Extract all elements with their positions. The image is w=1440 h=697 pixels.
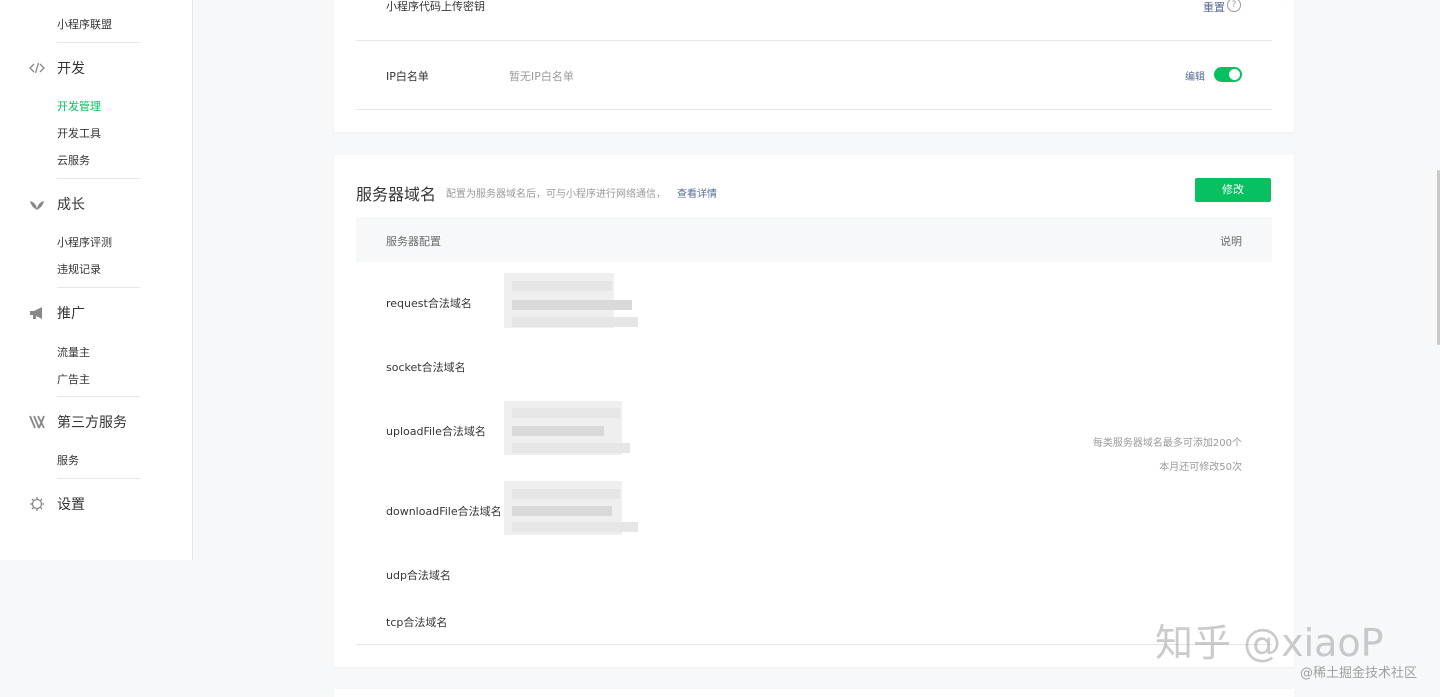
toggle-knob — [1229, 69, 1240, 80]
table-row: udp合法域名 — [386, 569, 451, 582]
ip-whitelist-value: 暂无IP白名单 — [509, 70, 574, 83]
sidebar-group-third-party[interactable]: 第三方服务 — [28, 412, 127, 432]
sidebar-item-dev-tools[interactable]: 开发工具 — [57, 125, 101, 141]
ip-whitelist-label: IP白名单 — [386, 70, 429, 83]
details-link[interactable]: 查看详情 — [677, 185, 717, 200]
leaf-icon — [28, 195, 46, 213]
sidebar-item-services[interactable]: 服务 — [57, 452, 79, 468]
third-party-icon — [28, 413, 46, 431]
header-note: 说明 — [1220, 235, 1242, 248]
edit-link[interactable]: 编辑 — [1185, 68, 1205, 83]
megaphone-icon — [28, 304, 46, 322]
note-monthly-changes: 本月还可修改50次 — [1159, 462, 1242, 473]
sidebar-divider — [57, 478, 140, 479]
row-divider — [356, 644, 1272, 645]
help-icon[interactable]: ? — [1227, 0, 1241, 12]
row-divider — [356, 109, 1272, 110]
sidebar-group-label: 设置 — [57, 497, 85, 513]
row-divider — [356, 40, 1272, 41]
watermark-sub: @稀土掘金技术社区 — [1300, 666, 1418, 681]
modify-button[interactable]: 修改 — [1195, 178, 1271, 202]
header-config: 服务器配置 — [386, 235, 441, 248]
ip-whitelist-toggle[interactable] — [1214, 67, 1242, 82]
reset-link[interactable]: 重置 — [1203, 0, 1225, 15]
sidebar-group-label: 成长 — [57, 197, 85, 213]
sidebar-divider — [57, 396, 140, 397]
sidebar: 小程序联盟 开发 开发管理 开发工具 云服务 成长 小程序评测 违规记录 推广 … — [0, 0, 193, 560]
table-row: uploadFile合法域名 — [386, 425, 486, 438]
note-max-domains: 每类服务器域名最多可添加200个 — [1092, 438, 1242, 449]
sidebar-divider — [57, 287, 140, 288]
sidebar-group-promotion[interactable]: 推广 — [28, 303, 85, 323]
table-row: tcp合法域名 — [386, 616, 448, 629]
dev-settings-card: 小程序代码上传密钥 重置 ? IP白名单 暂无IP白名单 编辑 — [334, 0, 1294, 132]
sidebar-item-evaluation[interactable]: 小程序评测 — [57, 234, 112, 250]
sidebar-group-growth[interactable]: 成长 — [28, 194, 85, 214]
gear-icon — [28, 495, 46, 513]
table-row: socket合法域名 — [386, 361, 466, 374]
sidebar-divider — [57, 42, 140, 43]
section-description: 配置为服务器域名后，可与小程序进行网络通信， — [446, 189, 666, 200]
sidebar-item-traffic-owner[interactable]: 流量主 — [57, 344, 90, 360]
sidebar-group-label: 推广 — [57, 306, 85, 322]
sidebar-item-cloud-service[interactable]: 云服务 — [57, 152, 90, 168]
sidebar-item-violations[interactable]: 违规记录 — [57, 261, 101, 277]
table-header: 服务器配置 说明 — [356, 217, 1272, 262]
sidebar-group-develop[interactable]: 开发 — [28, 58, 85, 78]
sidebar-item-dev-management[interactable]: 开发管理 — [57, 98, 101, 114]
section-title: 服务器域名 — [356, 185, 437, 204]
code-icon — [28, 59, 46, 77]
sidebar-group-label: 开发 — [57, 61, 85, 77]
table-row: downloadFile合法域名 — [386, 505, 502, 518]
sidebar-divider — [57, 178, 140, 179]
sidebar-group-settings[interactable]: 设置 — [28, 494, 85, 514]
watermark-main: 知乎 @xiaoP — [1155, 621, 1384, 665]
table-row: request合法域名 — [386, 297, 472, 310]
next-card — [334, 689, 1294, 697]
upload-key-label: 小程序代码上传密钥 — [386, 0, 485, 13]
sidebar-item-advertiser[interactable]: 广告主 — [57, 371, 90, 387]
sidebar-group-label: 第三方服务 — [57, 415, 127, 431]
server-domain-card: 服务器域名 配置为服务器域名后，可与小程序进行网络通信， 查看详情 修改 服务器… — [334, 155, 1294, 667]
sidebar-item-mini-program-union[interactable]: 小程序联盟 — [57, 16, 112, 32]
